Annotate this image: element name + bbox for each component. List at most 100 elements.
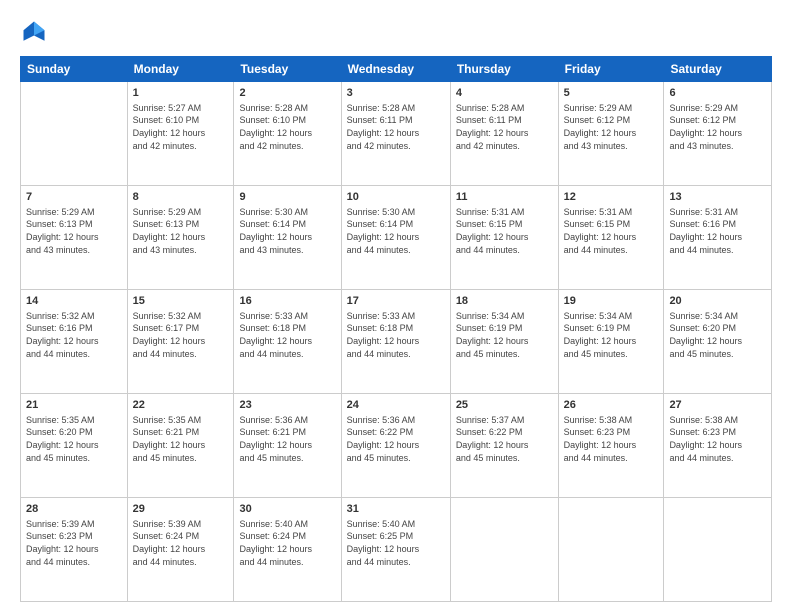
calendar-cell bbox=[664, 498, 772, 602]
day-info: Sunrise: 5:38 AM Sunset: 6:23 PM Dayligh… bbox=[564, 414, 659, 464]
day-number: 11 bbox=[456, 190, 553, 205]
day-number: 8 bbox=[133, 190, 229, 205]
calendar-cell: 1Sunrise: 5:27 AM Sunset: 6:10 PM Daylig… bbox=[127, 82, 234, 186]
calendar-table: SundayMondayTuesdayWednesdayThursdayFrid… bbox=[20, 56, 772, 602]
calendar-cell: 21Sunrise: 5:35 AM Sunset: 6:20 PM Dayli… bbox=[21, 394, 128, 498]
day-number: 4 bbox=[456, 86, 553, 101]
calendar-week-2: 7Sunrise: 5:29 AM Sunset: 6:13 PM Daylig… bbox=[21, 186, 772, 290]
day-number: 23 bbox=[239, 398, 335, 413]
calendar-cell bbox=[558, 498, 664, 602]
day-info: Sunrise: 5:29 AM Sunset: 6:13 PM Dayligh… bbox=[26, 206, 122, 256]
calendar-cell: 5Sunrise: 5:29 AM Sunset: 6:12 PM Daylig… bbox=[558, 82, 664, 186]
calendar-cell bbox=[21, 82, 128, 186]
day-info: Sunrise: 5:35 AM Sunset: 6:21 PM Dayligh… bbox=[133, 414, 229, 464]
calendar-cell: 2Sunrise: 5:28 AM Sunset: 6:10 PM Daylig… bbox=[234, 82, 341, 186]
day-number: 31 bbox=[347, 502, 445, 517]
day-info: Sunrise: 5:39 AM Sunset: 6:24 PM Dayligh… bbox=[133, 518, 229, 568]
calendar-cell: 10Sunrise: 5:30 AM Sunset: 6:14 PM Dayli… bbox=[341, 186, 450, 290]
day-number: 26 bbox=[564, 398, 659, 413]
logo-icon bbox=[20, 18, 48, 46]
day-info: Sunrise: 5:38 AM Sunset: 6:23 PM Dayligh… bbox=[669, 414, 766, 464]
day-info: Sunrise: 5:36 AM Sunset: 6:21 PM Dayligh… bbox=[239, 414, 335, 464]
calendar-cell: 24Sunrise: 5:36 AM Sunset: 6:22 PM Dayli… bbox=[341, 394, 450, 498]
day-number: 2 bbox=[239, 86, 335, 101]
day-info: Sunrise: 5:28 AM Sunset: 6:10 PM Dayligh… bbox=[239, 102, 335, 152]
day-number: 27 bbox=[669, 398, 766, 413]
calendar-cell: 4Sunrise: 5:28 AM Sunset: 6:11 PM Daylig… bbox=[450, 82, 558, 186]
day-info: Sunrise: 5:27 AM Sunset: 6:10 PM Dayligh… bbox=[133, 102, 229, 152]
calendar-cell: 17Sunrise: 5:33 AM Sunset: 6:18 PM Dayli… bbox=[341, 290, 450, 394]
day-info: Sunrise: 5:37 AM Sunset: 6:22 PM Dayligh… bbox=[456, 414, 553, 464]
calendar-cell: 14Sunrise: 5:32 AM Sunset: 6:16 PM Dayli… bbox=[21, 290, 128, 394]
day-number: 13 bbox=[669, 190, 766, 205]
calendar-cell: 20Sunrise: 5:34 AM Sunset: 6:20 PM Dayli… bbox=[664, 290, 772, 394]
day-number: 14 bbox=[26, 294, 122, 309]
day-info: Sunrise: 5:35 AM Sunset: 6:20 PM Dayligh… bbox=[26, 414, 122, 464]
day-info: Sunrise: 5:32 AM Sunset: 6:17 PM Dayligh… bbox=[133, 310, 229, 360]
weekday-header-row: SundayMondayTuesdayWednesdayThursdayFrid… bbox=[21, 57, 772, 82]
day-info: Sunrise: 5:31 AM Sunset: 6:15 PM Dayligh… bbox=[564, 206, 659, 256]
calendar-cell: 8Sunrise: 5:29 AM Sunset: 6:13 PM Daylig… bbox=[127, 186, 234, 290]
calendar-cell: 28Sunrise: 5:39 AM Sunset: 6:23 PM Dayli… bbox=[21, 498, 128, 602]
day-info: Sunrise: 5:29 AM Sunset: 6:13 PM Dayligh… bbox=[133, 206, 229, 256]
day-info: Sunrise: 5:34 AM Sunset: 6:20 PM Dayligh… bbox=[669, 310, 766, 360]
calendar-week-4: 21Sunrise: 5:35 AM Sunset: 6:20 PM Dayli… bbox=[21, 394, 772, 498]
weekday-header-friday: Friday bbox=[558, 57, 664, 82]
calendar-cell: 18Sunrise: 5:34 AM Sunset: 6:19 PM Dayli… bbox=[450, 290, 558, 394]
day-number: 18 bbox=[456, 294, 553, 309]
day-info: Sunrise: 5:31 AM Sunset: 6:16 PM Dayligh… bbox=[669, 206, 766, 256]
weekday-header-sunday: Sunday bbox=[21, 57, 128, 82]
day-number: 5 bbox=[564, 86, 659, 101]
day-number: 29 bbox=[133, 502, 229, 517]
day-number: 15 bbox=[133, 294, 229, 309]
weekday-header-wednesday: Wednesday bbox=[341, 57, 450, 82]
calendar-cell: 13Sunrise: 5:31 AM Sunset: 6:16 PM Dayli… bbox=[664, 186, 772, 290]
day-info: Sunrise: 5:33 AM Sunset: 6:18 PM Dayligh… bbox=[347, 310, 445, 360]
logo bbox=[20, 18, 52, 46]
day-number: 24 bbox=[347, 398, 445, 413]
day-info: Sunrise: 5:34 AM Sunset: 6:19 PM Dayligh… bbox=[564, 310, 659, 360]
calendar-cell: 27Sunrise: 5:38 AM Sunset: 6:23 PM Dayli… bbox=[664, 394, 772, 498]
day-info: Sunrise: 5:29 AM Sunset: 6:12 PM Dayligh… bbox=[564, 102, 659, 152]
weekday-header-thursday: Thursday bbox=[450, 57, 558, 82]
calendar-week-3: 14Sunrise: 5:32 AM Sunset: 6:16 PM Dayli… bbox=[21, 290, 772, 394]
calendar-cell: 22Sunrise: 5:35 AM Sunset: 6:21 PM Dayli… bbox=[127, 394, 234, 498]
day-number: 10 bbox=[347, 190, 445, 205]
calendar-cell: 11Sunrise: 5:31 AM Sunset: 6:15 PM Dayli… bbox=[450, 186, 558, 290]
day-number: 25 bbox=[456, 398, 553, 413]
day-number: 9 bbox=[239, 190, 335, 205]
day-info: Sunrise: 5:39 AM Sunset: 6:23 PM Dayligh… bbox=[26, 518, 122, 568]
calendar-cell: 3Sunrise: 5:28 AM Sunset: 6:11 PM Daylig… bbox=[341, 82, 450, 186]
calendar-cell: 7Sunrise: 5:29 AM Sunset: 6:13 PM Daylig… bbox=[21, 186, 128, 290]
day-info: Sunrise: 5:32 AM Sunset: 6:16 PM Dayligh… bbox=[26, 310, 122, 360]
day-number: 21 bbox=[26, 398, 122, 413]
calendar-cell: 26Sunrise: 5:38 AM Sunset: 6:23 PM Dayli… bbox=[558, 394, 664, 498]
day-info: Sunrise: 5:36 AM Sunset: 6:22 PM Dayligh… bbox=[347, 414, 445, 464]
weekday-header-monday: Monday bbox=[127, 57, 234, 82]
calendar-cell: 23Sunrise: 5:36 AM Sunset: 6:21 PM Dayli… bbox=[234, 394, 341, 498]
weekday-header-tuesday: Tuesday bbox=[234, 57, 341, 82]
day-number: 6 bbox=[669, 86, 766, 101]
day-number: 17 bbox=[347, 294, 445, 309]
day-number: 30 bbox=[239, 502, 335, 517]
day-info: Sunrise: 5:30 AM Sunset: 6:14 PM Dayligh… bbox=[347, 206, 445, 256]
day-number: 19 bbox=[564, 294, 659, 309]
day-number: 20 bbox=[669, 294, 766, 309]
weekday-header-saturday: Saturday bbox=[664, 57, 772, 82]
day-number: 28 bbox=[26, 502, 122, 517]
day-number: 7 bbox=[26, 190, 122, 205]
calendar-cell: 6Sunrise: 5:29 AM Sunset: 6:12 PM Daylig… bbox=[664, 82, 772, 186]
calendar-week-5: 28Sunrise: 5:39 AM Sunset: 6:23 PM Dayli… bbox=[21, 498, 772, 602]
calendar-cell bbox=[450, 498, 558, 602]
calendar-cell: 16Sunrise: 5:33 AM Sunset: 6:18 PM Dayli… bbox=[234, 290, 341, 394]
day-info: Sunrise: 5:34 AM Sunset: 6:19 PM Dayligh… bbox=[456, 310, 553, 360]
calendar-cell: 25Sunrise: 5:37 AM Sunset: 6:22 PM Dayli… bbox=[450, 394, 558, 498]
day-info: Sunrise: 5:29 AM Sunset: 6:12 PM Dayligh… bbox=[669, 102, 766, 152]
calendar-cell: 19Sunrise: 5:34 AM Sunset: 6:19 PM Dayli… bbox=[558, 290, 664, 394]
day-info: Sunrise: 5:33 AM Sunset: 6:18 PM Dayligh… bbox=[239, 310, 335, 360]
day-info: Sunrise: 5:28 AM Sunset: 6:11 PM Dayligh… bbox=[456, 102, 553, 152]
day-number: 1 bbox=[133, 86, 229, 101]
day-info: Sunrise: 5:30 AM Sunset: 6:14 PM Dayligh… bbox=[239, 206, 335, 256]
day-info: Sunrise: 5:28 AM Sunset: 6:11 PM Dayligh… bbox=[347, 102, 445, 152]
day-number: 16 bbox=[239, 294, 335, 309]
